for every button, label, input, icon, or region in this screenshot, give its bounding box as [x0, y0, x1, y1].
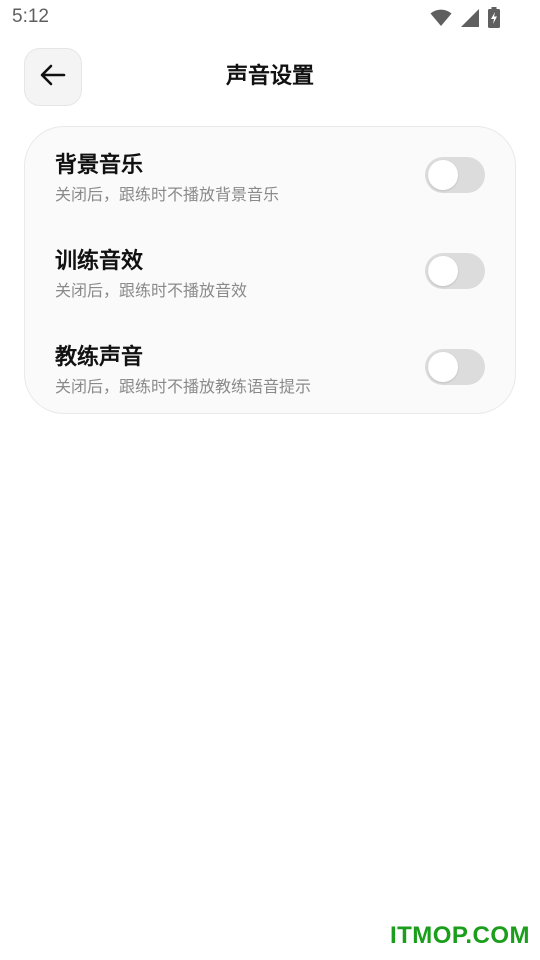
setting-description: 关闭后，跟练时不播放教练语音提示: [55, 377, 312, 396]
watermark: ITMOP.COM: [389, 922, 530, 949]
settings-card: 背景音乐 关闭后，跟练时不播放背景音乐 训练音效 关闭后，跟练时不播放音效 教练…: [24, 126, 516, 414]
status-icons: [430, 7, 500, 28]
battery-charging-icon: [488, 7, 500, 28]
setting-row-training-sound-effects: 训练音效 关闭后，跟练时不播放音效: [25, 243, 515, 323]
back-button[interactable]: [24, 48, 82, 106]
arrow-left-icon: [40, 64, 66, 90]
setting-row-coach-voice: 教练声音 关闭后，跟练时不播放教练语音提示: [25, 339, 515, 419]
screen: 5:12 声音设置 背景音乐 关闭后，跟练时不播放背景音乐 训练音效 关闭后，跟…: [0, 0, 540, 960]
wifi-icon: [430, 9, 452, 27]
status-bar: 5:12: [0, 0, 540, 36]
setting-title: 背景音乐: [55, 153, 144, 178]
toggle-knob: [428, 352, 458, 382]
toggle-knob: [428, 160, 458, 190]
setting-row-background-music: 背景音乐 关闭后，跟练时不播放背景音乐: [25, 147, 515, 227]
setting-title: 教练声音: [55, 345, 144, 370]
setting-description: 关闭后，跟练时不播放音效: [55, 281, 248, 300]
cellular-signal-icon: [460, 8, 480, 28]
toggle-knob: [428, 256, 458, 286]
header: 声音设置: [0, 48, 540, 108]
coach-voice-toggle[interactable]: [425, 349, 485, 385]
training-sound-effects-toggle[interactable]: [425, 253, 485, 289]
setting-title: 训练音效: [55, 249, 144, 274]
setting-description: 关闭后，跟练时不播放背景音乐: [55, 185, 280, 204]
background-music-toggle[interactable]: [425, 157, 485, 193]
status-time: 5:12: [12, 6, 49, 27]
